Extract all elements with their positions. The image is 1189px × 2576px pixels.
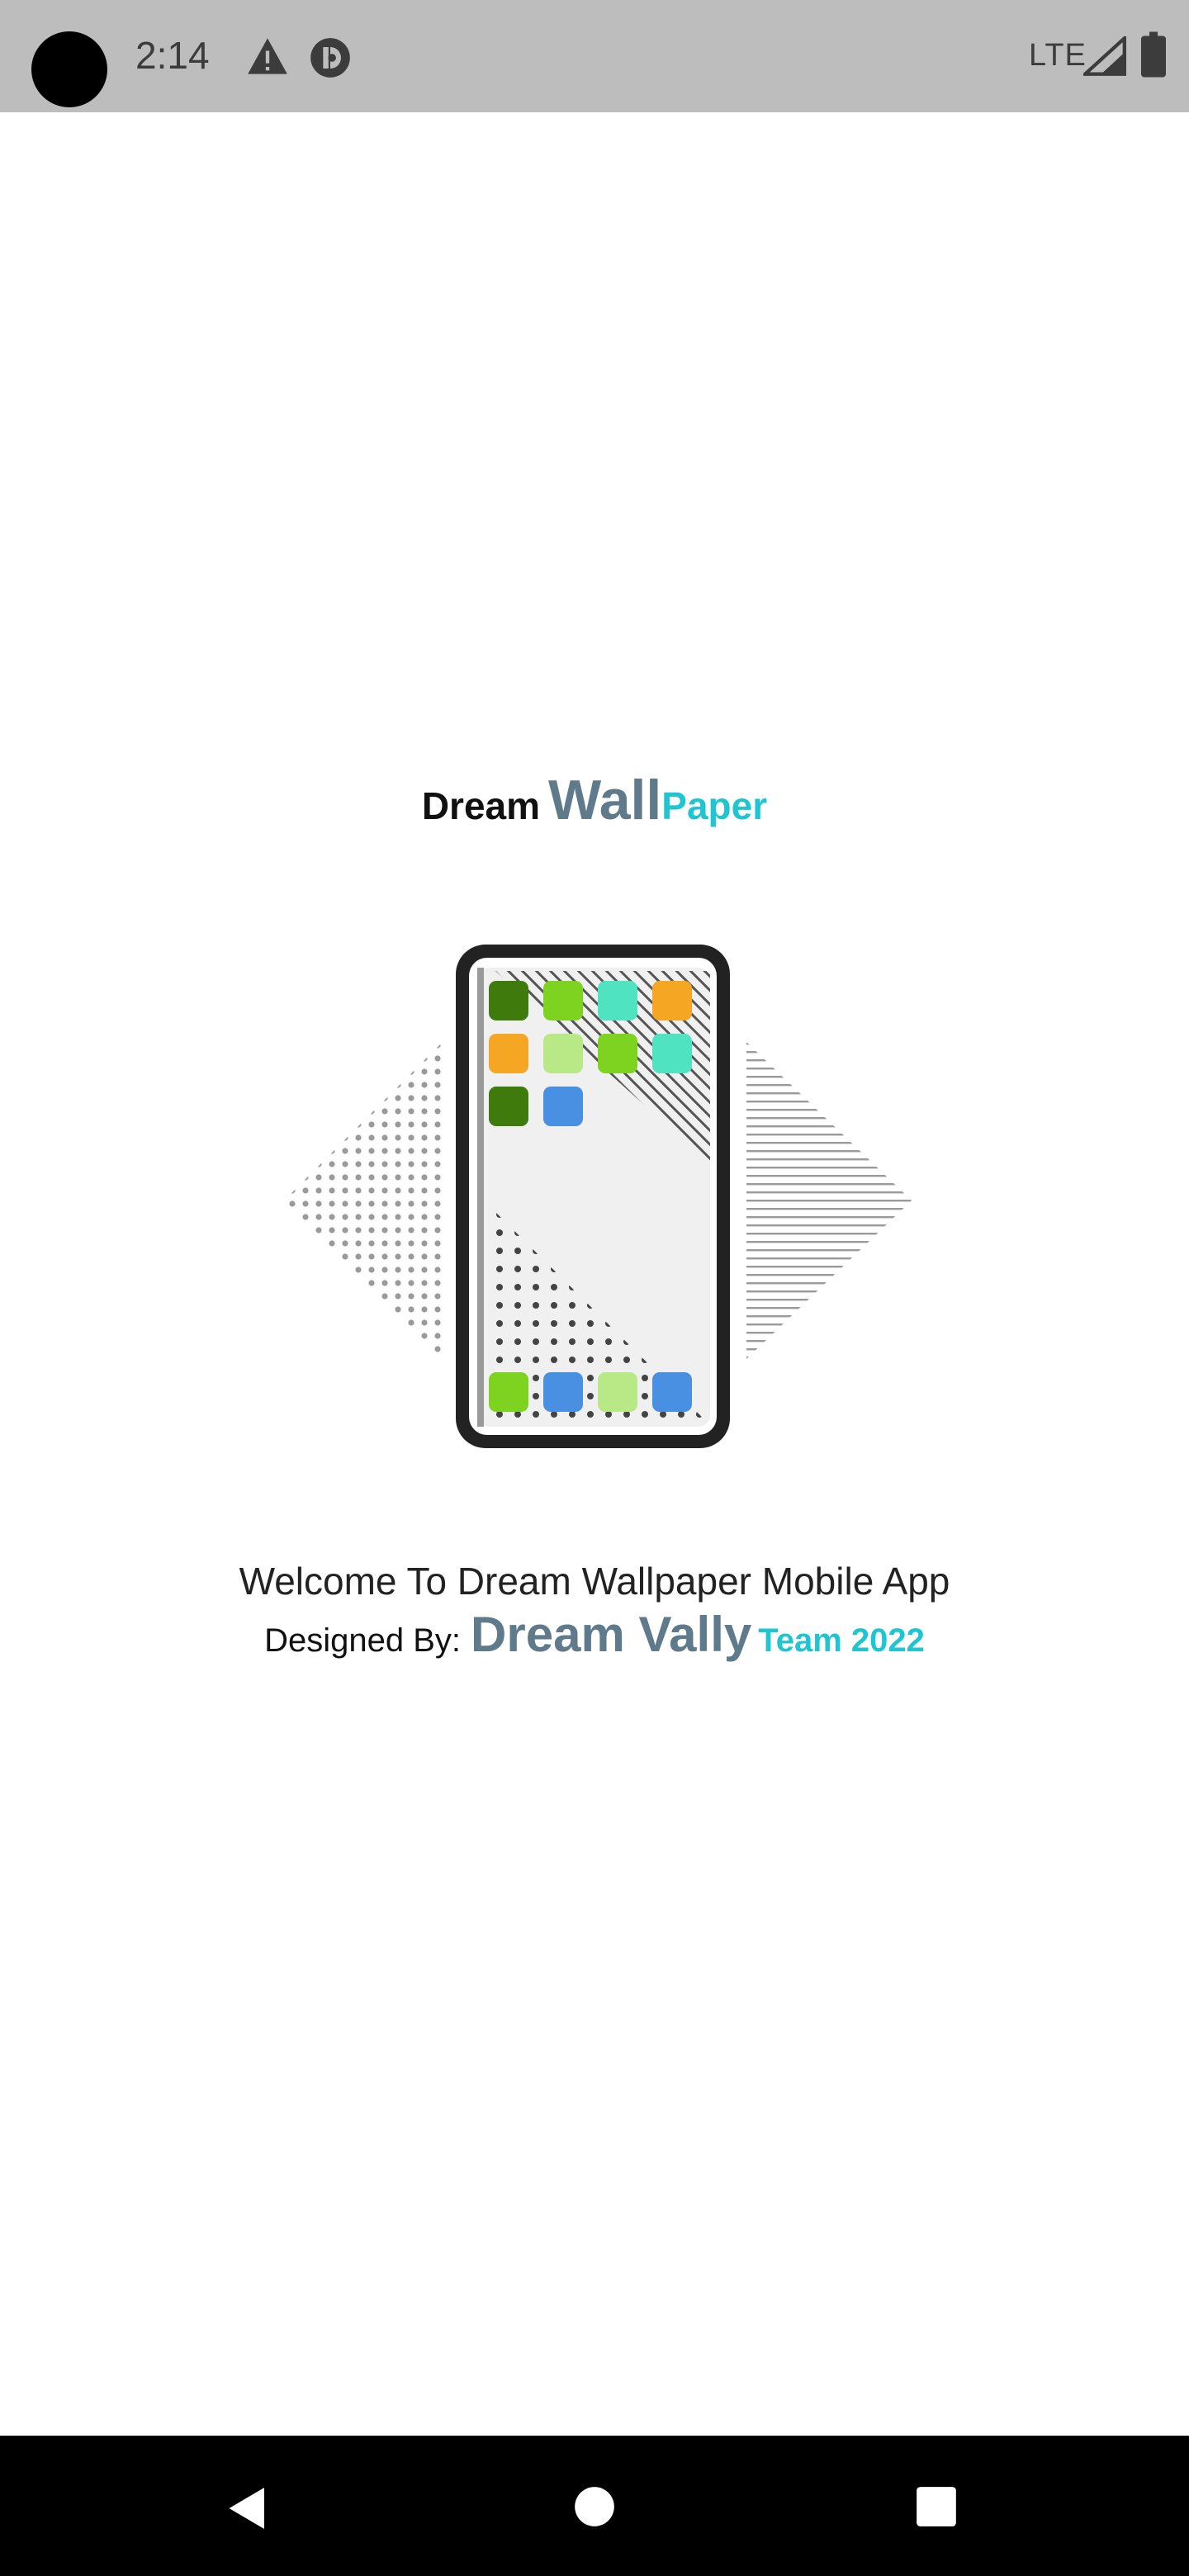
dotted-pattern-left: [284, 1042, 443, 1359]
status-time: 2:14: [135, 34, 210, 77]
striped-pattern-right: [746, 1042, 912, 1359]
welcome-text: Welcome To Dream Wallpaper Mobile App: [239, 1560, 950, 1603]
warning-icon: [248, 38, 287, 74]
network-label: LTE: [1029, 38, 1087, 73]
app-tile: [489, 981, 528, 1020]
title-wall: Wall: [548, 769, 662, 831]
credits-prefix: Designed By:: [264, 1622, 462, 1659]
credits-team-name: Dream Vally: [471, 1607, 752, 1662]
credits-line: Designed By: Dream Vally Team 2022: [0, 1606, 1189, 1663]
dock-tile: [489, 1372, 528, 1412]
dock-tile: [652, 1372, 692, 1412]
credits-team-year: Team 2022: [758, 1622, 925, 1659]
app-tile: [489, 1034, 528, 1073]
dock-tile: [543, 1372, 583, 1412]
status-bar: 2:14 LTE: [0, 0, 1189, 112]
title-paper: Paper: [661, 784, 768, 827]
app-tile: [543, 981, 583, 1020]
title-dream: Dream: [421, 784, 541, 827]
app-tile: [652, 981, 692, 1020]
app-tile: [543, 1034, 583, 1073]
battery-icon: [1141, 31, 1166, 78]
phone-illustration: [284, 945, 912, 1448]
app-tile: [652, 1034, 692, 1073]
home-icon[interactable]: [573, 2485, 616, 2528]
app-tile: [543, 1087, 583, 1126]
app-tile: [598, 981, 637, 1020]
app-tile: [489, 1087, 528, 1126]
back-icon[interactable]: [223, 2484, 272, 2533]
app-title: Dream WallPaper: [0, 768, 1189, 832]
recents-icon[interactable]: [915, 2485, 958, 2528]
dock-tile: [598, 1372, 637, 1412]
app-notification-icon: [310, 38, 350, 78]
app-tile: [598, 1034, 637, 1073]
camera-cutout: [31, 31, 107, 107]
signal-icon: [1083, 36, 1126, 76]
